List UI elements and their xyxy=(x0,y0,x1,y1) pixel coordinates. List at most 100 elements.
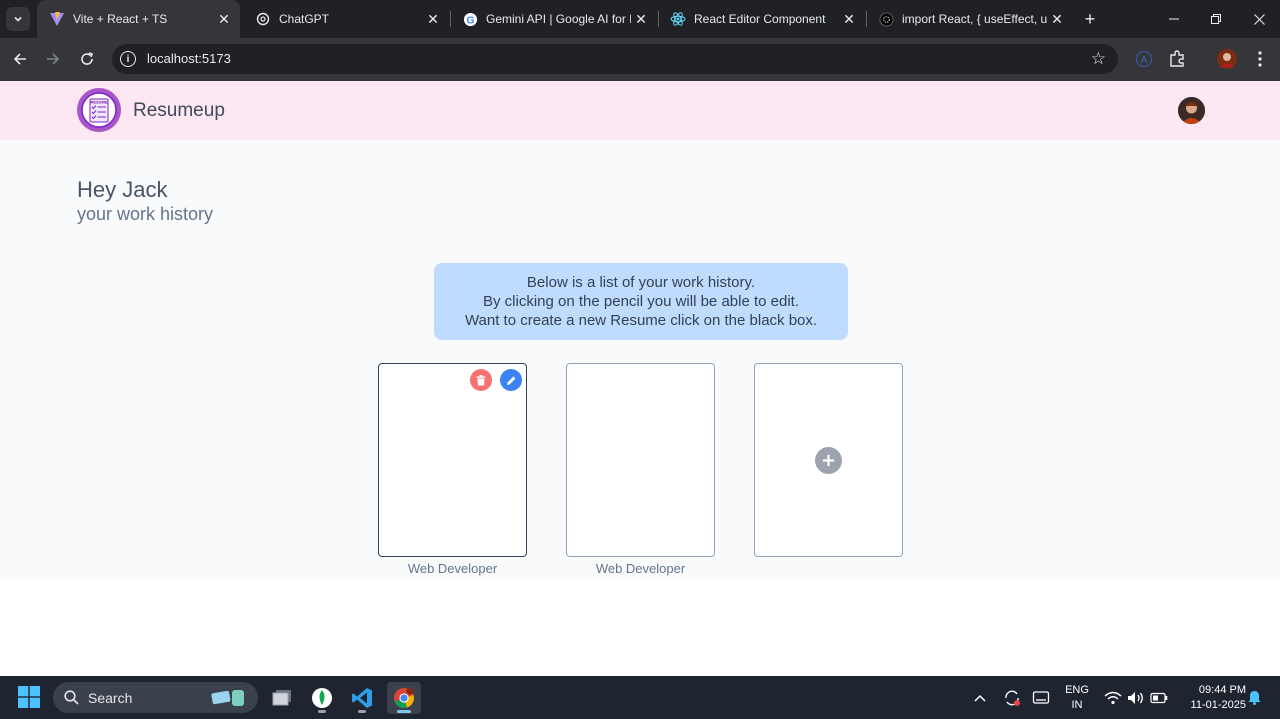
resume-logo[interactable]: RESUME xyxy=(77,88,121,132)
close-tab-icon[interactable]: ✕ xyxy=(631,9,651,29)
windows-taskbar: Search ENG IN 09:44 PM 11-01-2025 xyxy=(0,676,1280,719)
svg-text:A: A xyxy=(1141,55,1148,66)
taskbar-vscode[interactable] xyxy=(345,682,379,714)
translate-extension-icon[interactable]: A xyxy=(1133,48,1155,70)
search-label: Search xyxy=(88,690,133,706)
openai-icon xyxy=(878,11,894,27)
taskbar-clock[interactable]: 09:44 PM 11-01-2025 xyxy=(1176,683,1246,713)
bookmark-star-icon[interactable]: ☆ xyxy=(1091,49,1106,69)
volume-icon[interactable] xyxy=(1127,676,1145,719)
arrow-right-icon xyxy=(47,53,60,65)
restore-button[interactable] xyxy=(1205,8,1227,30)
profile-avatar-icon[interactable] xyxy=(1216,48,1238,70)
close-icon xyxy=(1253,13,1265,25)
resume-card-title: Web Developer xyxy=(595,561,686,576)
add-resume-button[interactable] xyxy=(815,447,842,474)
tab-title: Vite + React + TS xyxy=(73,12,168,26)
browser-tab-vite[interactable]: Vite + React + TS ✕ xyxy=(37,0,240,38)
windows-logo-icon xyxy=(18,686,40,708)
greeting-subtitle: your work history xyxy=(77,204,214,224)
running-indicator xyxy=(318,710,326,713)
tab-search-button[interactable] xyxy=(6,7,30,31)
battery-icon[interactable] xyxy=(1150,676,1168,719)
notifications-bell-icon[interactable] xyxy=(1248,676,1261,719)
delete-resume-button[interactable] xyxy=(470,369,492,391)
resume-card[interactable] xyxy=(378,363,527,557)
minimize-icon xyxy=(1169,18,1179,20)
chevron-down-icon xyxy=(14,16,22,22)
instruction-line: By clicking on the pencil you will be ab… xyxy=(482,293,799,310)
chevron-up-icon xyxy=(974,694,986,702)
mongodb-leaf-icon xyxy=(312,688,332,708)
running-indicator xyxy=(358,710,366,713)
reload-button[interactable] xyxy=(76,48,98,70)
sync-status-icon[interactable] xyxy=(1003,676,1021,719)
close-tab-icon[interactable]: ✕ xyxy=(839,9,859,29)
svg-text:G: G xyxy=(466,15,474,26)
windows-start-button[interactable] xyxy=(18,686,40,708)
browser-tab-chatgpt[interactable]: ChatGPT ✕ xyxy=(243,0,449,38)
vscode-icon xyxy=(352,688,372,708)
main-content: Hey Jack your work history Below is a li… xyxy=(0,140,1280,579)
react-icon xyxy=(670,11,686,27)
resume-card-title: Web Developer xyxy=(407,561,498,576)
tab-title: React Editor Component xyxy=(694,12,826,26)
clock-date: 11-01-2025 xyxy=(1190,699,1246,711)
create-resume-card[interactable] xyxy=(754,363,903,557)
pencil-icon xyxy=(506,376,515,385)
restore-icon xyxy=(1211,14,1221,24)
browser-tab-import-react[interactable]: import React, { useEffect, use ✕ xyxy=(866,0,1073,38)
greeting-heading: Hey Jack xyxy=(77,177,168,202)
address-bar[interactable]: i localhost:5173 ☆ xyxy=(112,44,1118,74)
taskbar-mongodb-compass[interactable] xyxy=(305,682,339,714)
language-code: ENG xyxy=(1065,684,1089,696)
region-code: IN xyxy=(1071,699,1083,711)
instructions-box: Below is a list of your work history. By… xyxy=(434,263,848,340)
tab-title: Gemini API | Google AI for I xyxy=(486,12,631,26)
taskbar-chrome[interactable] xyxy=(387,682,421,714)
browser-tab-gemini[interactable]: G Gemini API | Google AI for I ✕ xyxy=(450,0,657,38)
chatgpt-icon xyxy=(255,11,271,27)
taskbar-file-explorer[interactable] xyxy=(265,682,299,714)
browser-tab-react-editor[interactable]: React Editor Component ✕ xyxy=(658,0,865,38)
tab-title: import React, { useEffect, use xyxy=(902,12,1047,26)
window-stack-icon xyxy=(272,690,291,706)
minimize-button[interactable] xyxy=(1163,8,1185,30)
arrow-left-icon xyxy=(13,53,26,65)
browser-menu-icon[interactable] xyxy=(1249,48,1271,70)
wifi-icon[interactable] xyxy=(1104,676,1122,719)
google-icon: G xyxy=(462,11,478,27)
reload-icon xyxy=(81,52,94,65)
forward-button[interactable] xyxy=(42,48,64,70)
logo-text: RESUME xyxy=(90,100,107,105)
show-hidden-icons-button[interactable] xyxy=(974,676,986,719)
back-button[interactable] xyxy=(9,48,31,70)
taskbar-search-box[interactable]: Search xyxy=(53,682,258,713)
resume-card[interactable] xyxy=(566,363,715,557)
language-indicator[interactable]: ENG IN xyxy=(1064,683,1090,713)
close-window-button[interactable] xyxy=(1248,8,1270,30)
site-info-icon[interactable]: i xyxy=(120,51,136,67)
close-tab-icon[interactable]: ✕ xyxy=(214,9,234,29)
close-tab-icon[interactable]: ✕ xyxy=(423,9,443,29)
close-tab-icon[interactable]: ✕ xyxy=(1047,9,1067,29)
browser-toolbar: i localhost:5173 ☆ A xyxy=(0,38,1280,81)
url-text[interactable]: localhost:5173 xyxy=(147,51,231,66)
user-avatar[interactable] xyxy=(1178,97,1205,124)
search-highlight-icon xyxy=(211,690,244,706)
new-tab-button[interactable]: + xyxy=(1080,9,1100,29)
tablet-mode-icon[interactable] xyxy=(1032,676,1050,719)
extensions-puzzle-icon[interactable] xyxy=(1166,48,1188,70)
vite-icon xyxy=(49,11,65,27)
trash-icon xyxy=(476,374,486,385)
plus-icon xyxy=(823,455,834,466)
browser-tab-strip: Vite + React + TS ✕ ChatGPT ✕ G Gemini A… xyxy=(0,0,1280,38)
clock-time: 09:44 PM xyxy=(1198,684,1246,696)
brand-name[interactable]: Resumeup xyxy=(133,100,225,122)
running-indicator xyxy=(397,710,411,713)
chrome-icon xyxy=(394,687,414,709)
edit-resume-button[interactable] xyxy=(500,369,522,391)
tab-title: ChatGPT xyxy=(279,12,330,26)
instruction-line: Below is a list of your work history. xyxy=(526,274,756,291)
instruction-line: Want to create a new Resume click on the… xyxy=(464,312,818,329)
